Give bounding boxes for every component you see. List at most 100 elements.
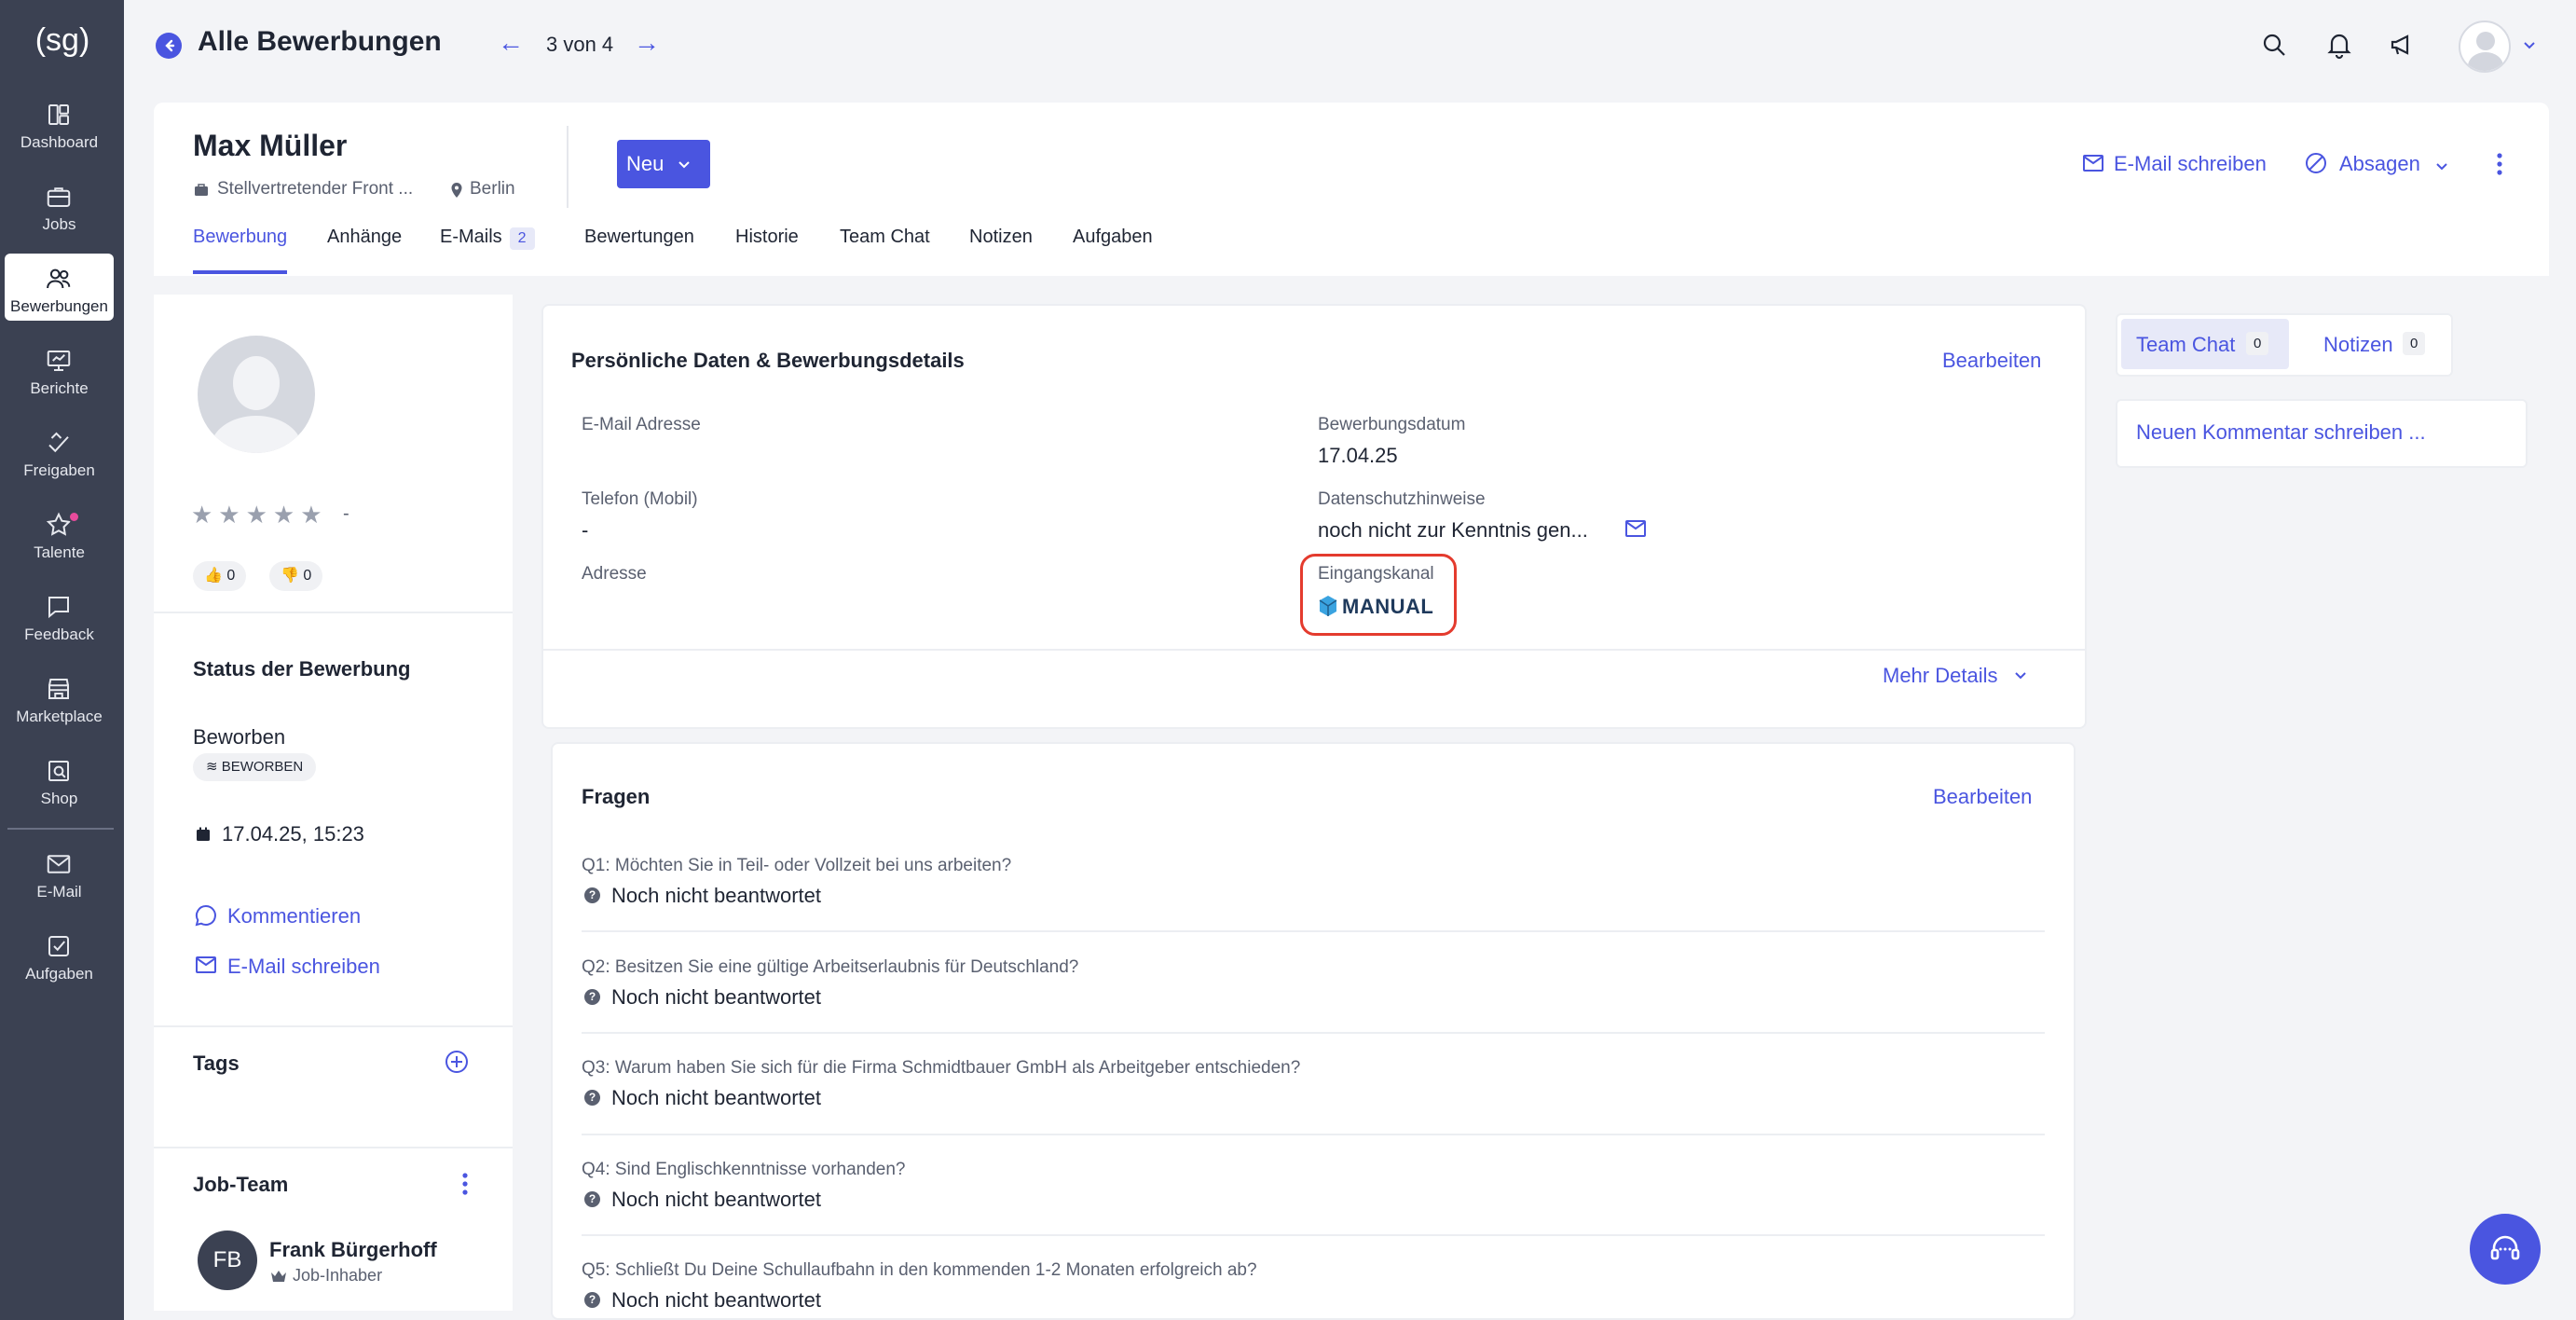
sidebar-item-label: Berichte <box>30 379 89 397</box>
write-email-button[interactable]: E-Mail schreiben <box>2114 152 2267 176</box>
candidate-avatar[interactable] <box>198 336 315 453</box>
comment-link[interactable]: Kommentieren <box>227 904 361 928</box>
sidebar-item-berichte[interactable]: Berichte <box>5 336 114 403</box>
sidebar-divider <box>7 828 114 830</box>
question-answer: Noch nicht beantwortet <box>611 884 822 907</box>
application-date-label: Bewerbungsdatum <box>1318 415 1466 434</box>
question-label: Q4: Sind Englischkenntnisse vorhanden? <box>582 1160 906 1179</box>
sidebar-item-label: Shop <box>40 790 78 807</box>
location-pin-icon <box>451 183 462 198</box>
sidebar-item-talente[interactable]: Talente <box>5 500 114 567</box>
more-details-button[interactable]: Mehr Details <box>1883 664 1997 688</box>
help-circle-icon: ? <box>584 1292 600 1308</box>
status-badge-label: BEWORBEN <box>221 759 304 775</box>
dislike-count: 0 <box>303 568 312 584</box>
chat-icon <box>48 597 69 619</box>
tab-team-chat[interactable]: Team Chat <box>840 227 930 248</box>
previous-candidate-button[interactable]: ← <box>498 28 524 58</box>
team-chat-tab-label[interactable]: Team Chat <box>2136 333 2235 357</box>
job-team-title: Job-Team <box>193 1173 289 1196</box>
question-answer: Noch nicht beantwortet <box>611 1086 822 1109</box>
sidebar-item-feedback[interactable]: Feedback <box>5 582 114 649</box>
question-answer: Noch nicht beantwortet <box>611 1288 822 1307</box>
thumbs-up-icon: 👍 <box>204 568 223 584</box>
email-label: E-Mail Adresse <box>582 415 701 434</box>
chevron-down-icon[interactable] <box>2013 667 2028 682</box>
cancel-circle-icon <box>2306 153 2326 173</box>
headset-icon <box>2490 1235 2520 1260</box>
edit-personal-data-button[interactable]: Bearbeiten <box>1942 349 2041 373</box>
rating-stars[interactable]: ★★★★★ <box>191 501 328 529</box>
question-label: Q3: Warum haben Sie sich für die Firma S… <box>582 1058 1301 1078</box>
team-member-name: Frank Bürgerhoff <box>269 1238 437 1261</box>
notes-tab-label[interactable]: Notizen <box>2323 333 2393 357</box>
sidebar-item-aufgaben[interactable]: Aufgaben <box>5 921 114 988</box>
sidebar-item-label: Marketplace <box>16 708 103 725</box>
edit-questions-button[interactable]: Bearbeiten <box>1933 785 2032 809</box>
address-label: Adresse <box>582 564 647 584</box>
question-label: Q5: Schließt Du Deine Schullaufbahn in d… <box>582 1260 1257 1280</box>
dislike-button[interactable]: 👎 0 <box>269 561 323 591</box>
bell-icon[interactable] <box>2324 30 2354 60</box>
divider <box>543 649 2085 651</box>
phone-label: Telefon (Mobil) <box>582 489 698 509</box>
add-circle-icon[interactable] <box>445 1050 469 1074</box>
reject-button[interactable]: Absagen <box>2339 152 2420 176</box>
support-chat-button[interactable] <box>2470 1214 2541 1285</box>
header-divider <box>567 126 569 208</box>
crown-icon <box>271 1271 286 1282</box>
candidate-job[interactable]: Stellvertretender Front ... <box>217 179 413 199</box>
team-member-avatar[interactable]: FB <box>198 1231 257 1290</box>
sidebar-item-email[interactable]: E-Mail <box>5 839 114 906</box>
back-button[interactable] <box>156 33 182 59</box>
questions-title: Fragen <box>582 785 651 808</box>
help-circle-icon: ? <box>584 887 600 903</box>
write-email-link[interactable]: E-Mail schreiben <box>227 955 380 979</box>
user-avatar[interactable] <box>2459 21 2511 73</box>
megaphone-icon[interactable] <box>2388 30 2418 60</box>
tab-notizen[interactable]: Notizen <box>969 227 1033 248</box>
sidebar-item-dashboard[interactable]: Dashboard <box>5 89 114 157</box>
chevron-down-icon[interactable] <box>2522 37 2537 52</box>
divider <box>582 1234 2045 1236</box>
sidebar-item-label: E-Mail <box>36 883 82 901</box>
sidebar-item-jobs[interactable]: Jobs <box>5 172 114 239</box>
tab-anhaenge[interactable]: Anhänge <box>327 227 402 248</box>
status-section-title: Status der Bewerbung <box>193 657 411 681</box>
sidebar-item-shop[interactable]: Shop <box>5 746 114 813</box>
question-answer: Noch nicht beantwortet <box>611 1188 822 1211</box>
calendar-icon <box>197 827 210 841</box>
search-icon[interactable] <box>2259 30 2289 60</box>
mail-icon[interactable] <box>1624 519 1647 538</box>
top-bar <box>124 0 2576 93</box>
tab-aufgaben[interactable]: Aufgaben <box>1073 227 1153 248</box>
tab-emails[interactable]: E-Mails 2 <box>440 227 535 250</box>
new-comment-placeholder[interactable]: Neuen Kommentar schreiben ... <box>2136 420 2426 445</box>
mail-icon <box>196 956 216 973</box>
arrow-left-icon <box>165 39 175 52</box>
store-icon <box>48 679 69 699</box>
questions-card <box>551 742 2076 1320</box>
sidebar-item-label: Jobs <box>42 215 76 233</box>
question-answer: Noch nicht beantwortet <box>611 985 822 1009</box>
like-button[interactable]: 👍 0 <box>193 561 247 591</box>
more-vertical-icon[interactable] <box>459 1171 471 1197</box>
sidebar-item-label: Feedback <box>24 626 94 643</box>
sidebar-item-marketplace[interactable]: Marketplace <box>5 664 114 731</box>
presentation-chart-icon <box>47 351 71 371</box>
next-candidate-button[interactable]: → <box>634 28 660 58</box>
more-vertical-icon[interactable] <box>2494 151 2505 177</box>
checkbox-icon <box>48 936 69 956</box>
status-dropdown-button[interactable]: Neu <box>617 140 710 188</box>
chevron-down-icon[interactable] <box>2434 158 2449 173</box>
layers-icon: ≋ <box>206 759 218 775</box>
question-label: Q1: Möchten Sie in Teil- oder Vollzeit b… <box>582 856 1012 875</box>
notes-count: 0 <box>2403 332 2426 355</box>
tab-bewertungen[interactable]: Bewertungen <box>584 227 694 248</box>
comment-icon <box>195 904 216 927</box>
sidebar-item-bewerbungen[interactable]: Bewerbungen <box>5 254 114 321</box>
app-logo[interactable]: (sg) <box>28 17 97 63</box>
tab-bewerbung[interactable]: Bewerbung <box>193 227 287 248</box>
sidebar-item-freigaben[interactable]: Freigaben <box>5 418 114 485</box>
tab-historie[interactable]: Historie <box>735 227 799 248</box>
